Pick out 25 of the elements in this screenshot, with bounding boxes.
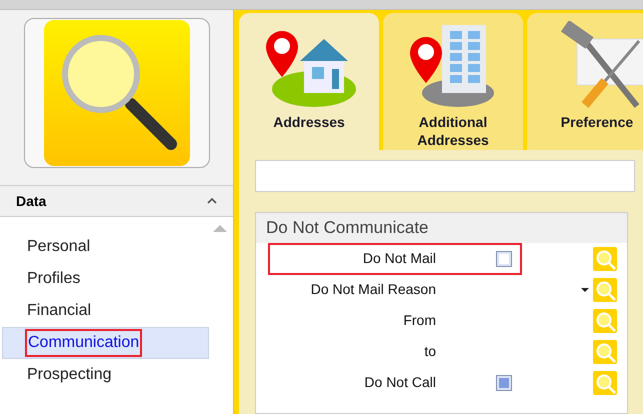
tab[interactable]: Addresses xyxy=(239,13,379,150)
search-icon[interactable] xyxy=(593,340,617,364)
nav-item[interactable]: Financial xyxy=(2,295,209,327)
search-icon[interactable] xyxy=(593,308,617,332)
field-label: Do Not Mail Reason xyxy=(310,280,436,299)
field-label: Do Not Mail xyxy=(362,249,436,268)
magnifier-logo-icon xyxy=(42,19,190,167)
scroll-up-icon[interactable] xyxy=(213,225,227,232)
search-icon[interactable] xyxy=(593,246,617,270)
field-label: From xyxy=(403,311,436,330)
group-title: Do Not Communicate xyxy=(266,217,429,240)
nav-item[interactable]: Personal xyxy=(2,231,209,263)
input-field[interactable] xyxy=(255,160,635,192)
tab[interactable]: Preference xyxy=(527,13,643,150)
section-header[interactable]: Data xyxy=(0,185,233,217)
nav-item[interactable]: Communication xyxy=(2,327,209,359)
tab[interactable]: Additional Addresses xyxy=(383,13,523,150)
checkbox[interactable] xyxy=(496,250,512,266)
search-icon[interactable] xyxy=(593,370,617,394)
nav-item[interactable]: Profiles xyxy=(2,263,209,295)
field-label: to xyxy=(424,342,436,361)
dropdown-caret-icon[interactable] xyxy=(581,288,589,292)
checkbox[interactable] xyxy=(496,374,512,390)
field-label: Do Not Call xyxy=(364,373,436,392)
nav-item[interactable]: Prospecting xyxy=(2,359,209,391)
